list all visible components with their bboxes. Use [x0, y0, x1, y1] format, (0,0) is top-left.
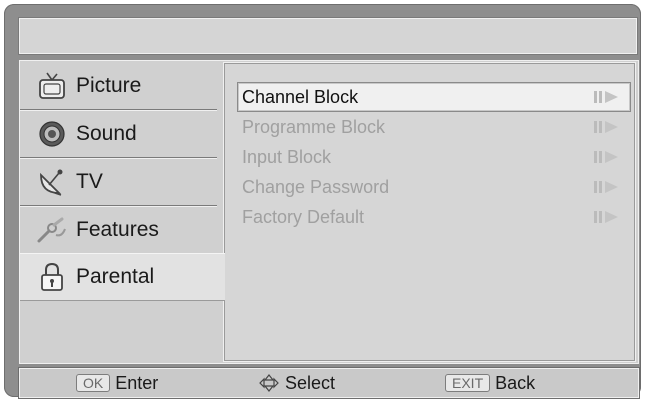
back-label: Back [495, 372, 536, 393]
satellite-dish-icon [34, 166, 70, 198]
sidebar-item-features[interactable]: Features [20, 207, 217, 253]
sidebar-item-label: Features [76, 218, 159, 241]
sidebar-item-picture[interactable]: Picture [20, 63, 217, 109]
menu-item-label: Input Block [242, 146, 332, 167]
menu-item-label: Change Password [242, 176, 390, 197]
exit-key-icon: EXIT [445, 374, 491, 392]
sidebar-item-tv[interactable]: TV [20, 159, 217, 205]
back-hint: EXIT Back [445, 369, 535, 397]
footer-hint-bar: OK Enter Select EXIT Back [19, 368, 639, 398]
arrow-right-icon [594, 150, 620, 164]
menu-body: Picture Sound TV Features Parental Chann… [19, 60, 639, 364]
menu-item-channel-block[interactable]: Channel Block [238, 83, 630, 111]
speaker-icon [34, 118, 70, 150]
sidebar-divider [20, 109, 217, 110]
title-bar [19, 18, 637, 54]
arrow-right-icon [594, 210, 620, 224]
tv-icon [34, 70, 70, 102]
menu-item-programme-block[interactable]: Programme Block [238, 113, 630, 141]
submenu-panel: Channel Block Programme Block Input Bloc… [223, 62, 636, 362]
sidebar-item-label: Parental [76, 265, 155, 288]
sidebar-divider [20, 157, 217, 158]
menu-item-label: Programme Block [242, 116, 386, 137]
sidebar-item-label: Picture [76, 74, 142, 97]
padlock-icon [34, 261, 70, 293]
sidebar-item-label: TV [76, 170, 103, 193]
select-hint: Select [259, 369, 335, 397]
wrench-icon [34, 214, 70, 246]
menu-item-factory-default[interactable]: Factory Default [238, 203, 630, 231]
sidebar-divider [20, 205, 217, 206]
menu-item-change-password[interactable]: Change Password [238, 173, 630, 201]
sidebar-item-sound[interactable]: Sound [20, 111, 217, 157]
select-label: Select [285, 372, 336, 393]
enter-hint: OK Enter [76, 369, 158, 397]
sidebar-item-parental[interactable]: Parental [20, 253, 225, 301]
menu-item-input-block[interactable]: Input Block [238, 143, 630, 171]
arrow-right-icon [594, 120, 620, 134]
arrow-right-icon [594, 90, 620, 104]
sidebar-item-label: Sound [76, 122, 137, 145]
tv-menu-frame: Picture Sound TV Features Parental Chann… [4, 4, 641, 398]
ok-key-icon: OK [76, 374, 111, 392]
menu-item-label: Factory Default [242, 206, 365, 227]
navigate-arrows-icon [259, 374, 279, 392]
enter-label: Enter [115, 372, 159, 393]
menu-item-label: Channel Block [242, 86, 359, 107]
arrow-right-icon [594, 180, 620, 194]
